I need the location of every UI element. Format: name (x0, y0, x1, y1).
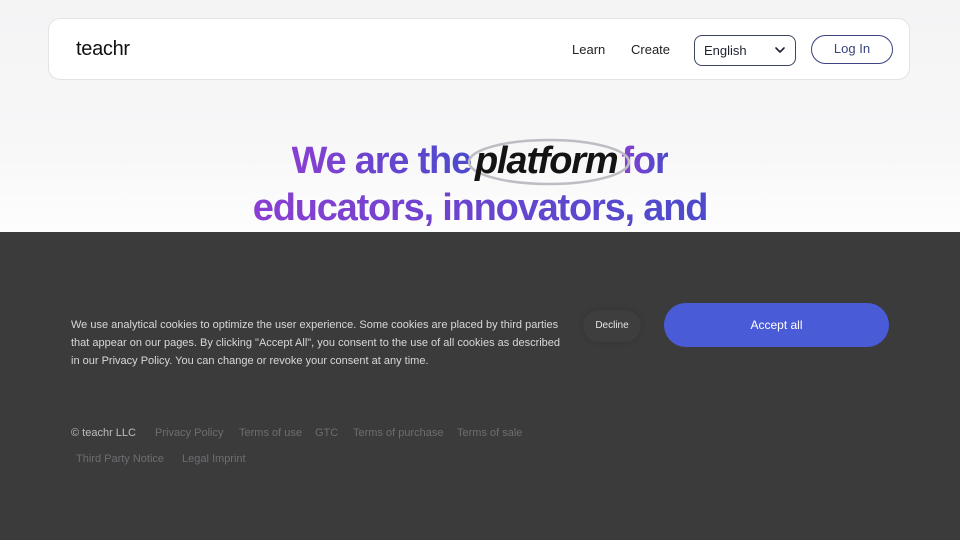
footer-link-legal-imprint[interactable]: Legal Imprint (182, 453, 246, 465)
nav-link-create[interactable]: Create (631, 42, 670, 57)
footer-link-third-party-notice[interactable]: Third Party Notice (76, 453, 164, 465)
brand-logo[interactable]: teachr (76, 38, 130, 61)
top-navbar: teachr Learn Create English Log In (48, 18, 910, 80)
hero-highlight: platform (467, 138, 631, 186)
hero-headline-line1: We are the platform for (0, 138, 960, 186)
nav-link-learn[interactable]: Learn (572, 42, 605, 57)
chevron-down-icon (775, 47, 785, 53)
footer-link-gtc[interactable]: GTC (315, 427, 338, 439)
footer-copyright: © teachr LLC (71, 427, 136, 439)
footer-link-privacy-policy[interactable]: Privacy Policy (155, 427, 223, 439)
accept-all-cookies-button[interactable]: Accept all (664, 303, 889, 347)
cookie-consent-text: We use analytical cookies to optimize th… (71, 319, 561, 367)
footer-link-terms-of-use[interactable]: Terms of use (239, 427, 302, 439)
hero-headline-line2-text: educators, innovators, and (252, 187, 709, 229)
decline-cookies-button[interactable]: Decline (583, 310, 641, 342)
cookie-overlay (0, 232, 960, 540)
login-button[interactable]: Log In (811, 35, 893, 64)
hero-headline-text-before: We are the (291, 140, 473, 182)
footer-link-terms-of-purchase[interactable]: Terms of purchase (353, 427, 443, 439)
hero-highlight-word: platform (475, 140, 619, 182)
hero-headline-line2: educators, innovators, and (0, 187, 960, 230)
footer-link-terms-of-sale[interactable]: Terms of sale (457, 427, 522, 439)
language-select[interactable]: English (694, 35, 796, 66)
language-select-value: English (704, 43, 747, 58)
